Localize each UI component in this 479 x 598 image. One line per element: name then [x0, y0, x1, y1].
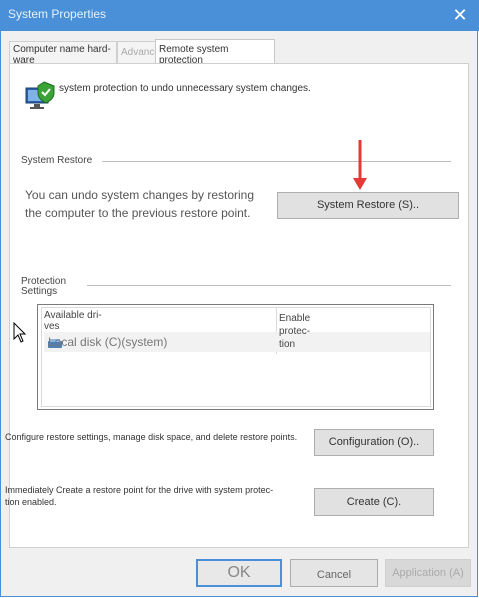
intro-text: system protection to undo unnecessary sy… [59, 83, 311, 94]
mouse-cursor-icon [13, 322, 27, 343]
close-icon[interactable]: ✕ [449, 4, 471, 26]
tab-computer-name[interactable]: Computer name hard-ware [9, 41, 117, 66]
tab-advanced[interactable]: Advanced [117, 41, 165, 63]
cancel-button[interactable]: Cancel [290, 559, 378, 587]
apply-button[interactable]: Application (A) [385, 559, 471, 587]
configure-description: Configure restore settings, manage disk … [5, 432, 298, 442]
window-title: System Properties [8, 7, 107, 21]
red-arrow-icon [353, 140, 367, 190]
title-bar: System Properties ✕ [0, 0, 479, 31]
create-button[interactable]: Create (C). [314, 488, 434, 516]
list-item[interactable]: Local disk (C)(system) [44, 332, 430, 352]
drive-name: Local disk (C)(system) [48, 335, 168, 349]
ok-button[interactable]: OK [196, 559, 282, 587]
protection-settings-label: Protection Settings [21, 276, 67, 297]
system-restore-button[interactable]: System Restore (S).. [277, 192, 459, 219]
tab-remote-system-protection[interactable]: Remote system protection [155, 39, 275, 66]
configuration-button[interactable]: Configuration (O).. [314, 429, 434, 456]
system-restore-description: You can undo system changes by restoring… [25, 188, 255, 220]
shield-computer-icon [25, 81, 55, 109]
divider [102, 161, 451, 162]
column-header-available-drives[interactable]: Available dri-ves [44, 310, 114, 332]
drives-list[interactable]: Available dri-ves Local disk (C)(system)… [37, 304, 434, 410]
system-restore-label: System Restore [21, 155, 93, 166]
divider [87, 285, 451, 286]
create-description: Immediately Create a restore point for t… [5, 485, 274, 507]
column-header-enable-protection[interactable]: Enable protec-tion [279, 312, 321, 351]
